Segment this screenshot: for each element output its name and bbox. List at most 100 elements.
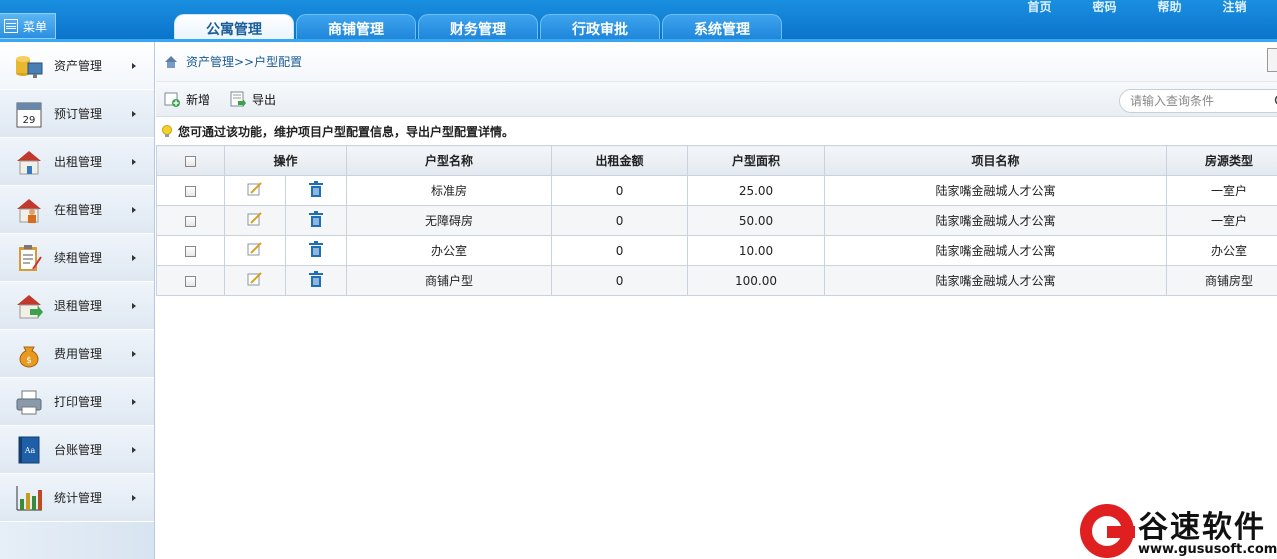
sidebar-item-fees[interactable]: $ 费用管理 [0,330,154,378]
sidebar-item-renting[interactable]: 在租管理 [0,186,154,234]
sidebar-item-label: 续租管理 [54,251,103,265]
tab-finance[interactable]: 财务管理 [418,14,538,42]
logo-g-icon [1080,504,1135,558]
trash-icon[interactable] [308,271,324,290]
toolbar: 新增 导出 [156,82,1277,117]
export-button-label: 导出 [252,92,277,107]
export-button[interactable]: 导出 [230,91,276,108]
cell-area: 50.00 [687,205,826,236]
watermark-url: www.gususoft.com [1138,542,1277,557]
row-checkbox[interactable] [185,185,196,197]
cell-area: 100.00 [687,265,826,296]
table-row: 办公室 0 10.00 陆家嘴金融城人才公寓 办公室 [156,235,1277,266]
tab-apartment[interactable]: 公寓管理 [174,14,294,42]
row-select-cell [156,265,225,296]
logout-link[interactable]: 注销 [1202,0,1267,14]
sidebar-item-statistics[interactable]: 统计管理 [0,474,154,522]
row-checkbox[interactable] [185,245,196,257]
home-icon[interactable] [164,55,178,69]
cell-room-type: 商铺户型 [346,265,553,296]
row-checkbox[interactable] [185,215,196,227]
collapse-handle[interactable] [1267,48,1277,72]
chevron-right-icon [132,303,136,309]
delete-cell [284,205,348,236]
trash-icon[interactable] [308,211,324,230]
tab-approval[interactable]: 行政审批 [540,14,660,42]
sidebar-item-renewal[interactable]: 续租管理 [0,234,154,282]
header-room-type[interactable]: 户型名称 [346,145,553,176]
ledger-icon-text: Aa [24,446,36,455]
edit-icon[interactable] [247,272,263,289]
table-header-row: 操作 户型名称 出租金额 户型面积 项目名称 房源类型 [156,145,1277,176]
sidebar-item-ledger[interactable]: Aa 台账管理 [0,426,154,474]
cell-rent: 0 [551,205,689,236]
header-source-type[interactable]: 房源类型 [1166,145,1277,176]
sidebar-item-booking[interactable]: 29 预订管理 [0,90,154,138]
table-row: 无障碍房 0 50.00 陆家嘴金融城人才公寓 一室户 [156,205,1277,236]
export-icon [230,91,247,107]
cell-rent: 0 [551,175,689,206]
add-button-label: 新增 [186,92,211,107]
table-row: 商铺户型 0 100.00 陆家嘴金融城人才公寓 商铺房型 [156,265,1277,296]
tab-system[interactable]: 系统管理 [662,14,782,42]
row-checkbox[interactable] [185,275,196,287]
chevron-right-icon [132,207,136,213]
money-bag-icon: $ [19,346,39,368]
cell-rent: 0 [551,265,689,296]
select-all-checkbox[interactable] [185,155,196,167]
sidebar-item-label: 资产管理 [54,59,103,73]
house-person-icon [17,198,41,223]
add-button[interactable]: 新增 [164,91,210,108]
header-project[interactable]: 项目名称 [824,145,1168,176]
clipboard-icon [19,244,42,271]
lightbulb-icon [162,125,172,137]
cell-room-type: 无障碍房 [346,205,553,236]
delete-cell [284,175,348,206]
sidebar-item-checkout[interactable]: 退租管理 [0,282,154,330]
printer-icon [16,390,42,414]
menu-toggle-button[interactable]: 菜单 [0,13,56,39]
tip-text: 您可通过该功能，维护项目户型配置信息，导出户型配置详情。 [178,124,515,139]
trash-icon[interactable] [308,181,324,200]
password-link[interactable]: 密码 [1072,0,1137,14]
select-all-cell [156,145,225,176]
module-tabs: 公寓管理 商铺管理 财务管理 行政审批 系统管理 [174,14,784,42]
edit-icon[interactable] [247,212,263,229]
search-box [1119,89,1277,113]
sidebar-item-label: 预订管理 [54,107,103,121]
ledger-book-icon: Aa [18,436,40,463]
trash-icon[interactable] [308,241,324,260]
breadcrumb[interactable]: 资产管理>>户型配置 [186,53,302,70]
home-link[interactable]: 首页 [1007,0,1072,14]
table-row: 标准房 0 25.00 陆家嘴金融城人才公寓 一室户 [156,175,1277,206]
row-select-cell [156,235,225,266]
sidebar-item-print[interactable]: 打印管理 [0,378,154,426]
header-rent[interactable]: 出租金额 [551,145,689,176]
cell-room-type: 标准房 [346,175,553,206]
cell-source-type: 商铺房型 [1166,265,1277,296]
sidebar-item-label: 出租管理 [54,155,103,169]
room-type-table: 操作 户型名称 出租金额 户型面积 项目名称 房源类型 标准房 0 25.00 陆家嘴… [156,145,1277,296]
sidebar-item-label: 统计管理 [54,491,103,505]
house-out-icon [17,150,41,174]
sidebar-item-label: 台账管理 [54,443,103,457]
tip-bar: 您可通过该功能，维护项目户型配置信息，导出户型配置详情。 [156,117,1277,145]
main-content: 资产管理>>户型配置 新增 导出 请输入查询条件 您可通过该功能，维护项目户型配… [156,42,1277,559]
edit-icon[interactable] [247,182,263,199]
delete-cell [284,235,348,266]
edit-cell [224,205,286,236]
calendar-icon: 29 [16,102,42,127]
sidebar-item-label: 退租管理 [54,299,103,313]
cell-project: 陆家嘴金融城人才公寓 [824,265,1168,296]
help-link[interactable]: 帮助 [1137,0,1202,14]
sidebar-item-assets[interactable]: 资产管理 [0,42,154,90]
edit-icon[interactable] [247,242,263,259]
cell-project: 陆家嘴金融城人才公寓 [824,235,1168,266]
add-icon [164,92,180,107]
sidebar-item-rent-out[interactable]: 出租管理 [0,138,154,186]
search-input[interactable] [1130,94,1270,108]
header-area[interactable]: 户型面积 [687,145,826,176]
delete-cell [284,265,348,296]
tab-shop[interactable]: 商铺管理 [296,14,416,42]
bar-chart-icon [16,485,42,510]
